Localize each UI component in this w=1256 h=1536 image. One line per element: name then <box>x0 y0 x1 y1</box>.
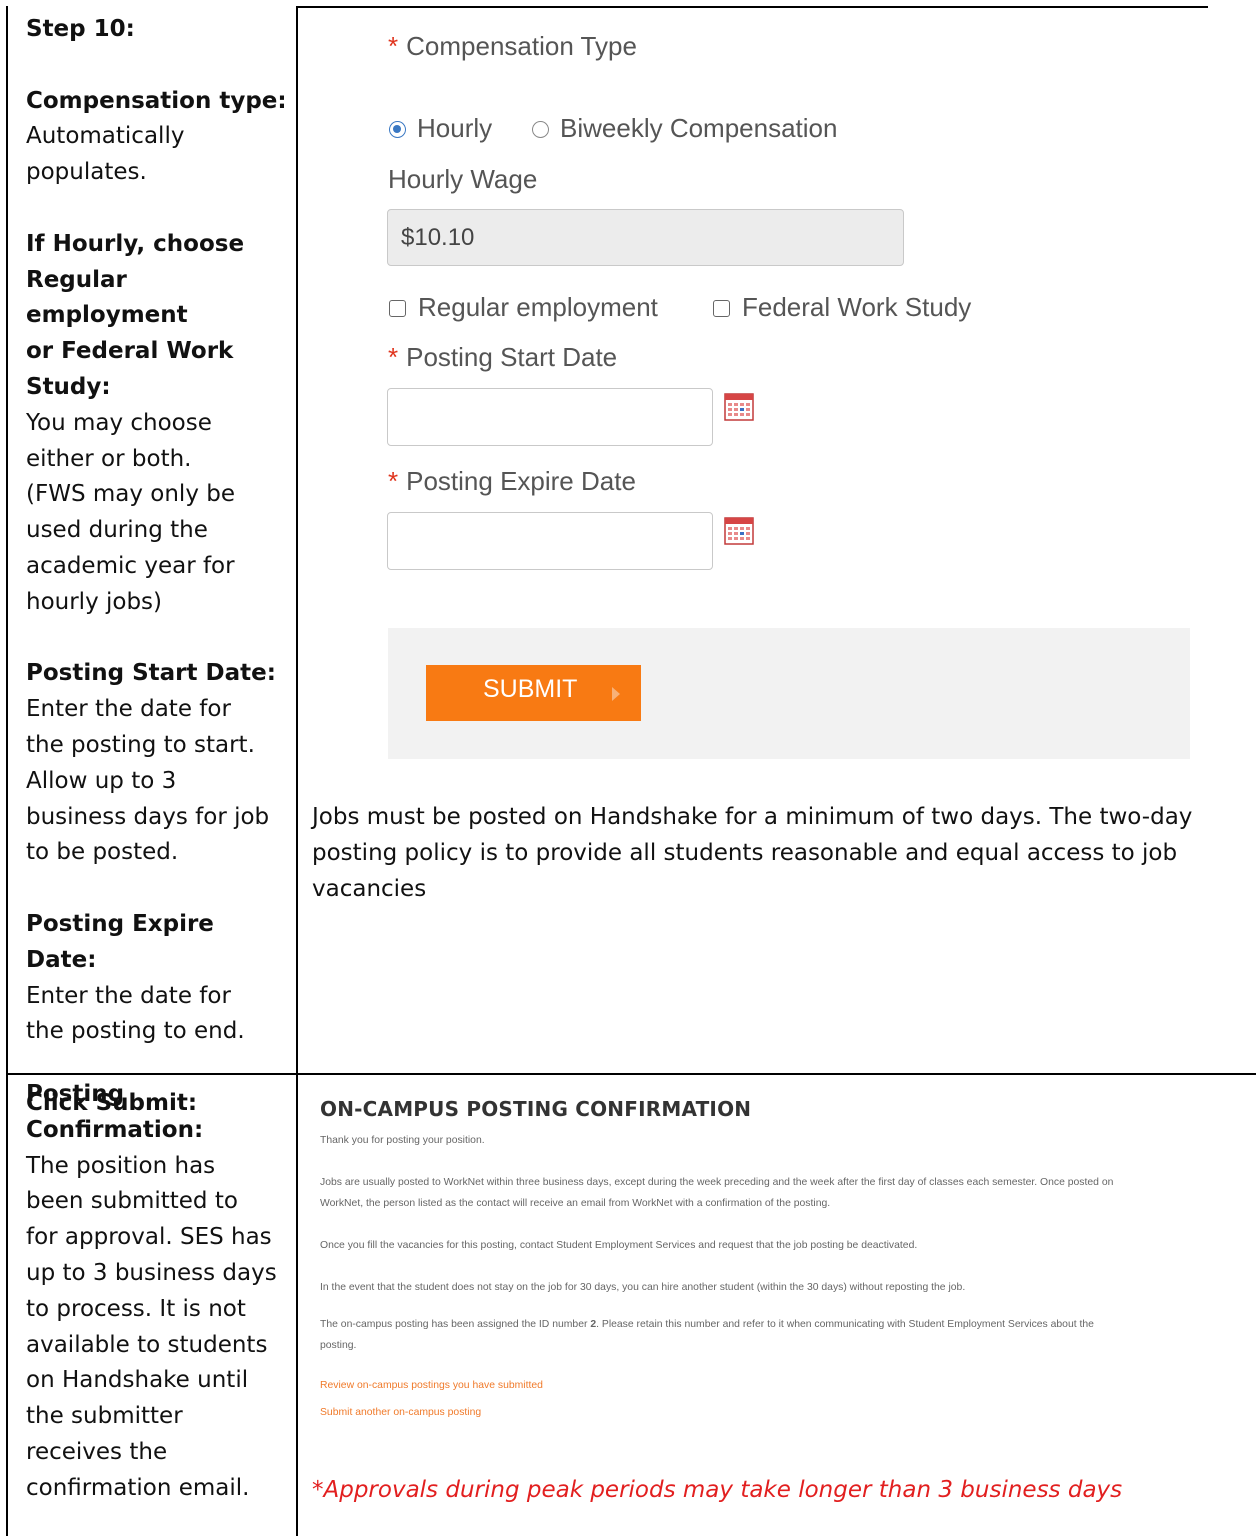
posting-start-date-input[interactable] <box>387 388 713 446</box>
required-mark: * <box>388 31 399 61</box>
confirmation-paragraph: Once you fill the vacancies for this pos… <box>320 1240 918 1251</box>
compensation-heading: Compensation type: <box>26 87 287 114</box>
federal-work-study-label[interactable]: Federal Work Study <box>742 292 971 323</box>
step-10-instructions: Step 10: Compensation type: Automaticall… <box>26 12 288 1122</box>
confirmation-title: ON-CAMPUS POSTING CONFIRMATION <box>320 1097 752 1121</box>
confirmation-paragraph: Jobs are usually posted to WorkNet withi… <box>320 1177 1114 1209</box>
hourly-option-label[interactable]: Hourly <box>417 113 492 144</box>
start-date-line: Allow up to 3 <box>26 767 177 794</box>
start-date-line: Enter the date for <box>26 696 231 723</box>
posting-expire-date-label: * Posting Expire Date <box>388 466 636 496</box>
confirmation-line: up to 3 business days <box>26 1259 277 1286</box>
posting-confirmation-instructions: Posting Confirmation: The position has b… <box>26 1077 288 1507</box>
start-date-heading: Posting Start Date: <box>26 660 276 687</box>
table-column-divider <box>296 6 298 1536</box>
required-mark: * <box>388 466 399 496</box>
hourly-radio[interactable] <box>389 121 406 138</box>
regular-employment-label[interactable]: Regular employment <box>418 292 658 323</box>
expire-date-line: the posting to end. <box>26 1018 245 1045</box>
federal-work-study-checkbox[interactable] <box>713 300 730 317</box>
calendar-icon[interactable] <box>724 392 754 422</box>
start-date-line: the posting to start. <box>26 731 255 758</box>
confirmation-line: to process. It is not <box>26 1295 246 1322</box>
expire-date-heading: Posting Expire Date: <box>26 910 214 973</box>
hourly-line: used during the <box>26 517 208 544</box>
peak-period-note: *Approvals during peak periods may take … <box>312 1477 1123 1503</box>
biweekly-option-label[interactable]: Biweekly Compensation <box>560 113 837 144</box>
hourly-line: hourly jobs) <box>26 588 163 615</box>
step-heading: Step 10: <box>26 16 135 42</box>
confirmation-heading-line: Confirmation: <box>26 1116 204 1143</box>
hourly-line: academic year for <box>26 552 235 579</box>
confirmation-paragraph: In the event that the student does not s… <box>320 1282 966 1293</box>
compensation-line: Automatically <box>26 123 185 150</box>
hourly-heading-line: Study: <box>26 373 111 400</box>
hourly-wage-value: $10.10 <box>401 224 475 251</box>
expire-date-line: Enter the date for <box>26 982 231 1009</box>
posting-policy-note: Jobs must be posted on Handshake for a m… <box>312 804 1193 902</box>
arrow-right-icon <box>612 687 620 701</box>
hourly-heading-line: If Hourly, choose <box>26 230 245 257</box>
hourly-heading-line: or Federal Work <box>26 338 234 365</box>
start-date-line: business days for job <box>26 803 270 830</box>
hourly-wage-field: $10.10 <box>387 209 904 266</box>
posting-start-date-label: * Posting Start Date <box>388 342 618 372</box>
confirmation-heading-line: Posting <box>26 1081 125 1107</box>
confirmation-thanks: Thank you for posting your position. <box>320 1135 485 1146</box>
confirmation-line: for approval. SES has <box>26 1224 272 1251</box>
confirmation-line: confirmation email. <box>26 1474 250 1501</box>
hourly-line: either or both. <box>26 445 192 472</box>
submit-button[interactable]: SUBMIT <box>426 665 641 721</box>
submit-button-label: SUBMIT <box>483 675 578 703</box>
hourly-line: You may choose <box>26 409 212 436</box>
confirmation-id-paragraph: The on-campus posting has been assigned … <box>320 1319 1094 1351</box>
confirmation-line: on Handshake until <box>26 1367 249 1394</box>
posting-expire-date-input[interactable] <box>387 512 713 570</box>
table-left-border <box>6 6 8 1536</box>
hourly-line: (FWS may only be <box>26 481 235 508</box>
compensation-line: populates. <box>26 159 147 186</box>
confirmation-line: available to students <box>26 1331 268 1358</box>
confirmation-line: been submitted to <box>26 1188 238 1215</box>
confirmation-line: receives the <box>26 1438 168 1465</box>
compensation-type-label: * Compensation Type <box>388 31 637 61</box>
calendar-icon[interactable] <box>724 516 754 546</box>
confirmation-line: The position has <box>26 1152 216 1179</box>
hourly-heading-line: Regular employment <box>26 266 188 329</box>
regular-employment-checkbox[interactable] <box>389 300 406 317</box>
review-postings-link[interactable]: Review on-campus postings you have submi… <box>320 1380 543 1391</box>
biweekly-radio[interactable] <box>532 121 549 138</box>
start-date-line: to be posted. <box>26 839 179 866</box>
submit-another-posting-link[interactable]: Submit another on-campus posting <box>320 1407 481 1418</box>
required-mark: * <box>388 342 399 372</box>
hourly-wage-label: Hourly Wage <box>388 164 538 194</box>
table-top-border <box>296 6 1208 8</box>
confirmation-line: the submitter <box>26 1403 183 1430</box>
